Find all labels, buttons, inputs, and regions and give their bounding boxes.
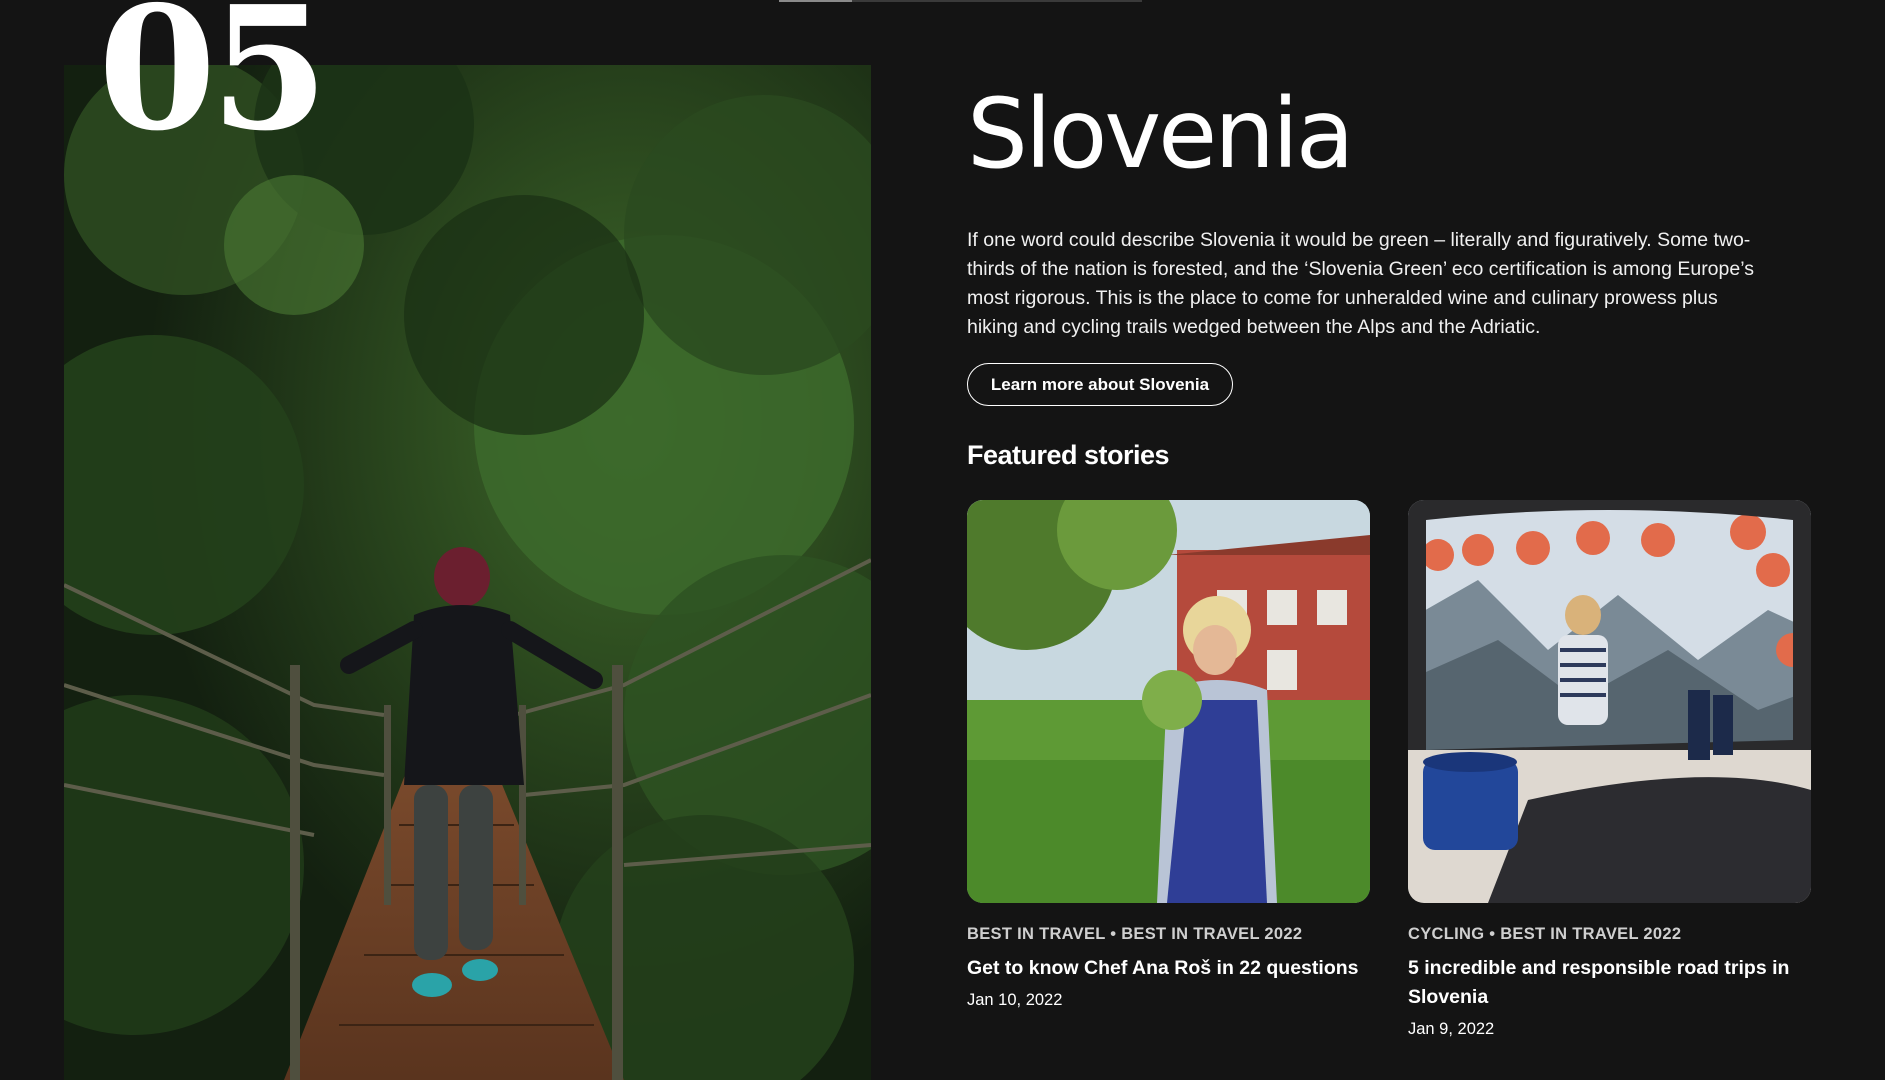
story-title-link[interactable]: Get to know Chef Ana Roš in 22 questions — [967, 954, 1370, 983]
destination-description: If one word could describe Slovenia it w… — [967, 229, 1754, 338]
story-thumbnail-chef[interactable] — [967, 500, 1370, 903]
story-tags: CYCLING • BEST IN TRAVEL 2022 — [1408, 925, 1682, 943]
destination-title: Slovenia — [967, 78, 1355, 190]
slide-progress-fill — [779, 0, 852, 2]
slide-progress-bar — [779, 0, 1142, 2]
story-title-link[interactable]: 5 incredible and responsible road trips … — [1408, 954, 1811, 1012]
story-date: Jan 10, 2022 — [967, 991, 1063, 1009]
story-card[interactable]: CYCLING • BEST IN TRAVEL 2022 5 incredib… — [1408, 500, 1811, 1039]
story-date: Jan 9, 2022 — [1408, 1020, 1495, 1038]
destination-section: 05 Slovenia If one word could describe S… — [0, 0, 1885, 1080]
learn-more-button[interactable]: Learn more about Slovenia — [967, 363, 1233, 406]
featured-stories-heading: Featured stories — [967, 440, 1170, 470]
story-thumbnail-road-trip[interactable] — [1408, 500, 1811, 903]
story-card[interactable]: BEST IN TRAVEL • BEST IN TRAVEL 2022 Get… — [967, 500, 1370, 1010]
hero-image-forest-bridge — [64, 65, 871, 1080]
story-tags: BEST IN TRAVEL • BEST IN TRAVEL 2022 — [967, 925, 1303, 943]
destination-rank-number: 05 — [98, 0, 329, 169]
